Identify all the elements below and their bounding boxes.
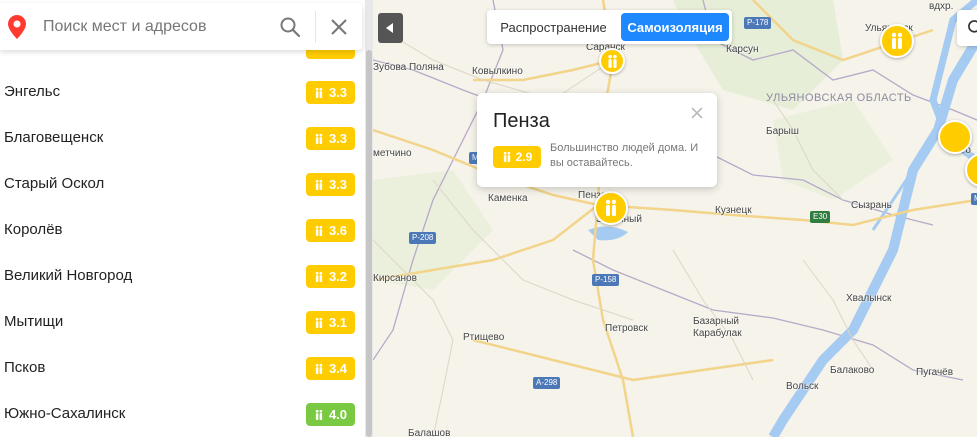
map-label-karsun: Карсун bbox=[726, 44, 759, 55]
city-score-badge: 3.4 bbox=[306, 357, 355, 380]
search-input[interactable] bbox=[43, 15, 263, 39]
road-shield-r208: Р-208 bbox=[409, 232, 437, 244]
close-icon[interactable] bbox=[690, 106, 704, 120]
map-label-volsk: Вольск bbox=[786, 381, 819, 392]
city-name: Старый Оскол bbox=[4, 175, 105, 192]
popup-title: Пенза bbox=[493, 110, 550, 132]
sidebar-scrollbar[interactable] bbox=[365, 0, 373, 437]
city-list-item[interactable]: Мытищи 3.1 bbox=[0, 299, 365, 345]
city-score-badge: 3.3 bbox=[306, 173, 355, 196]
map-label-vdkhr: вдхр. bbox=[929, 1, 954, 12]
people-icon bbox=[315, 271, 323, 282]
map-label-rtishchevo: Ртищево bbox=[463, 332, 505, 343]
city-score: 4.0 bbox=[328, 407, 348, 422]
map-label-balashov: Балашов bbox=[408, 428, 451, 437]
city-name: Псков bbox=[4, 359, 46, 376]
city-score-badge: 3.3 bbox=[306, 127, 355, 150]
city-score-badge: 3.3 bbox=[306, 81, 355, 104]
penza-cluster-marker[interactable] bbox=[594, 191, 628, 225]
people-icon bbox=[315, 87, 323, 98]
road-shield-e30: E30 bbox=[810, 211, 831, 223]
city-score-badge: 3.1 bbox=[306, 311, 355, 334]
city-score-badge: 4.0 bbox=[306, 403, 355, 426]
people-icon bbox=[315, 133, 323, 144]
search-icon bbox=[968, 20, 977, 33]
tab-isolation[interactable]: Самоизоляция bbox=[621, 13, 729, 41]
map-label-kovylkino: Ковылкино bbox=[472, 66, 523, 77]
city-list-item[interactable]: Южно-Сахалинск 4.0 bbox=[0, 391, 365, 437]
close-icon[interactable] bbox=[328, 16, 350, 38]
road-shield-r158: Р-158 bbox=[592, 274, 620, 286]
sidebar: Энгельс 3.3 Благовещенск 3.3 Старый Оскол 3.3… bbox=[0, 0, 373, 437]
city-name: Энгельс bbox=[4, 83, 61, 100]
tolyatti-cluster-marker[interactable] bbox=[938, 120, 972, 154]
city-score: 3.3 bbox=[328, 131, 348, 146]
city-score: 3.4 bbox=[328, 361, 348, 376]
people-icon bbox=[315, 363, 323, 374]
region-label: УЛЬЯНОВСКАЯ ОБЛАСТЬ bbox=[766, 92, 912, 104]
city-list-item[interactable]: Псков 3.4 bbox=[0, 345, 365, 391]
people-icon bbox=[315, 317, 323, 328]
city-popup: Пенза 2.9 Большинство людей дома. И вы о… bbox=[477, 93, 717, 187]
map-canvas[interactable]: УЛЬЯНОВСКАЯ ОБЛАСТЬ Зубова Поляна Ковылк… bbox=[373, 0, 977, 437]
map-label-metchino: метчино bbox=[373, 148, 412, 159]
city-list-item[interactable]: Великий Новгород 3.2 bbox=[0, 253, 365, 299]
search-icon[interactable] bbox=[278, 15, 302, 39]
people-icon bbox=[605, 199, 617, 216]
popup-score-badge: 2.9 bbox=[493, 146, 541, 168]
people-icon bbox=[607, 54, 617, 68]
map-label-bazarny: Базарный Карабулак bbox=[693, 316, 742, 339]
city-name: Благовещенск bbox=[4, 129, 104, 146]
city-score: 3.6 bbox=[328, 223, 348, 238]
road-shield-a298: А-298 bbox=[533, 377, 561, 389]
people-icon bbox=[315, 409, 323, 420]
people-icon bbox=[315, 225, 323, 236]
city-list-item[interactable]: Королёв 3.6 bbox=[0, 207, 365, 253]
city-score-badge: 3.2 bbox=[306, 265, 355, 288]
city-score: 3.2 bbox=[328, 269, 348, 284]
mode-toggle: Распространение Самоизоляция bbox=[487, 10, 732, 44]
city-list-item[interactable]: Энгельс 3.3 bbox=[0, 69, 365, 115]
people-icon bbox=[503, 151, 510, 162]
location-pin-icon bbox=[8, 15, 26, 39]
search-separator bbox=[315, 11, 316, 43]
map-label-zubova: Зубова Поляна bbox=[373, 62, 444, 73]
map-label-kirsanov: Кирсанов bbox=[373, 273, 417, 284]
popup-score: 2.9 bbox=[515, 150, 533, 164]
people-icon bbox=[891, 32, 903, 49]
city-list-item[interactable]: Благовещенск 3.3 bbox=[0, 115, 365, 161]
city-name: Великий Новгород bbox=[4, 267, 133, 284]
map-label-kamenka: Каменка bbox=[488, 193, 528, 204]
map-search-button[interactable] bbox=[957, 10, 977, 46]
city-score: 3.3 bbox=[328, 177, 348, 192]
city-name: Королёв bbox=[4, 221, 63, 238]
map-label-khvalynsk: Хвалынск bbox=[846, 293, 892, 304]
map-label-barysh: Барыш bbox=[766, 126, 799, 137]
road-shield-r178: Р-178 bbox=[744, 17, 772, 29]
city-name: Мытищи bbox=[4, 313, 64, 330]
partial-list-badge bbox=[306, 50, 355, 59]
search-box bbox=[0, 3, 362, 50]
map-label-petrovsk: Петровск bbox=[605, 323, 648, 334]
saransk-cluster-marker[interactable] bbox=[599, 48, 625, 74]
tab-spread[interactable]: Распространение bbox=[487, 10, 620, 44]
map-label-syzran: Сызрань bbox=[851, 200, 892, 211]
road-shield-m-right: М bbox=[971, 193, 977, 205]
ulyanovsk-cluster-marker[interactable] bbox=[880, 24, 914, 58]
collapse-arrow-icon[interactable] bbox=[378, 13, 403, 43]
popup-text: Большинство людей дома. И вы оставайтесь… bbox=[550, 142, 699, 169]
scrollbar-thumb[interactable] bbox=[366, 50, 372, 437]
city-score-badge: 3.6 bbox=[306, 219, 355, 242]
map-label-kuznetsk: Кузнецк bbox=[715, 205, 752, 216]
city-score: 3.1 bbox=[328, 315, 348, 330]
city-name: Южно-Сахалинск bbox=[4, 405, 126, 422]
map-base bbox=[373, 0, 977, 437]
map-label-pugachev: Пугачёв bbox=[916, 367, 954, 378]
people-icon bbox=[315, 179, 323, 190]
city-list-item[interactable]: Старый Оскол 3.3 bbox=[0, 161, 365, 207]
city-score: 3.3 bbox=[328, 85, 348, 100]
map-label-balakovo: Балаково bbox=[830, 365, 875, 376]
